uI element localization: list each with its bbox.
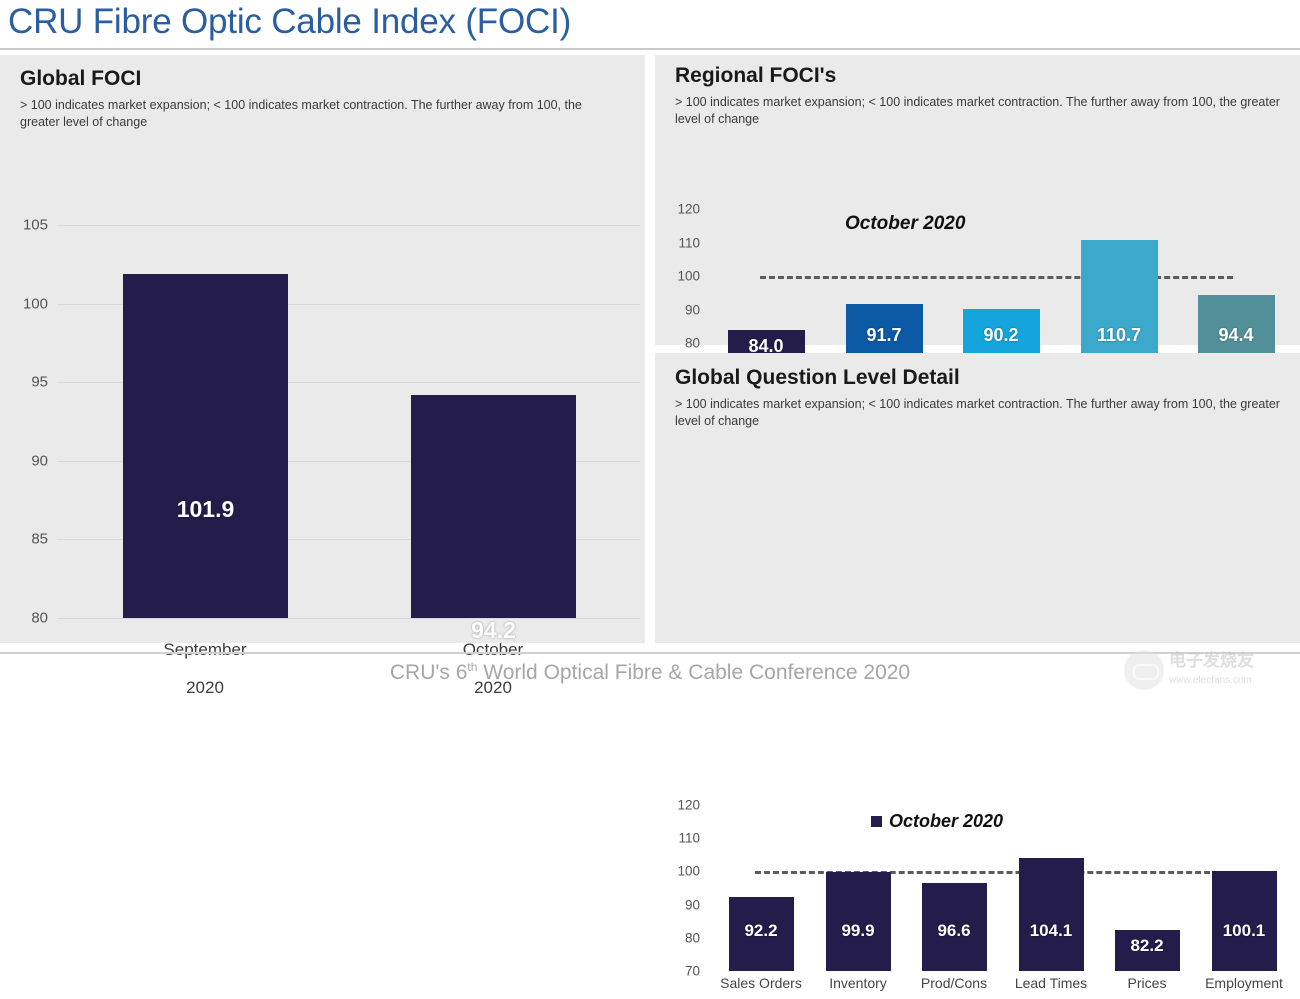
question-level-legend: October 2020 bbox=[871, 811, 1003, 832]
legend-swatch-october-2020 bbox=[871, 816, 882, 827]
footer-part-1: CRU's 6 bbox=[389, 661, 468, 684]
y-axis-tick-label: 85 bbox=[31, 530, 48, 548]
bar-sales-orders: 92.2 bbox=[728, 897, 794, 971]
bar-value-label: 101.9 bbox=[176, 495, 235, 522]
title-divider bbox=[0, 48, 1300, 50]
panel-questions-title: Global Question Level Detail bbox=[675, 366, 960, 389]
question-level-chart: October 2020 120 110 100 90 80 70 92.2 99.9 96.6… bbox=[655, 793, 1300, 979]
question-level-x-axis: Sales Orders Inventory Prod/Cons Lead Times… bbox=[655, 975, 1300, 999]
footer-ordinal: th bbox=[467, 660, 478, 674]
y-axis-tick-label: 100 bbox=[677, 863, 700, 879]
bar-value-label: 91.7 bbox=[866, 324, 902, 345]
panel-regional-note: > 100 indicates market expansion; < 100 … bbox=[675, 95, 1280, 126]
gridline bbox=[57, 225, 640, 226]
y-axis-tick-label: 100 bbox=[677, 268, 700, 284]
bar-october: 94.2 bbox=[411, 394, 576, 643]
x-axis-label: Prices bbox=[1127, 975, 1167, 991]
regional-chart-annotation: October 2020 bbox=[845, 213, 966, 234]
y-axis-tick-label: 90 bbox=[31, 452, 48, 470]
bar-inventory: 99.9 bbox=[825, 871, 891, 971]
bar-prod-cons: 96.6 bbox=[921, 882, 987, 971]
bar-value-label: 104.1 bbox=[1029, 920, 1073, 940]
bar-value-label: 82.2 bbox=[1130, 936, 1164, 956]
bar-value-label: 94.4 bbox=[1218, 324, 1254, 345]
page-title: CRU Fibre Optic Cable Index (FOCI) bbox=[8, 2, 572, 41]
x-axis-label: Sales Orders bbox=[720, 975, 802, 991]
y-axis-tick-label: 120 bbox=[677, 797, 700, 813]
y-axis-tick-label: 105 bbox=[22, 216, 48, 234]
bar-value-label: 110.7 bbox=[1096, 324, 1142, 345]
panel-global-note: > 100 indicates market expansion; < 100 … bbox=[20, 98, 582, 129]
panel-regional-foci: Regional FOCI's > 100 indicates market e… bbox=[655, 55, 1300, 393]
bar-employment: 100.1 bbox=[1211, 871, 1277, 971]
panel-global-question-level-detail: Global Question Level Detail > 100 indic… bbox=[655, 353, 1300, 991]
global-foci-chart: 105 100 95 90 85 80 101.9 94.2 bbox=[0, 210, 645, 643]
bar-september: 101.9 bbox=[123, 273, 288, 618]
panel-global-foci: Global FOCI > 100 indicates market expan… bbox=[0, 55, 645, 697]
y-axis-tick-label: 110 bbox=[678, 830, 700, 846]
bar-value-label: 92.2 bbox=[744, 920, 778, 940]
bar-prices: 82.2 bbox=[1114, 930, 1180, 971]
y-axis-tick-label: 110 bbox=[678, 235, 700, 251]
x-axis-label: October bbox=[462, 640, 524, 659]
x-axis-label: Inventory bbox=[829, 975, 887, 991]
y-axis-tick-label: 80 bbox=[684, 930, 700, 946]
y-axis-tick-label: 80 bbox=[684, 335, 700, 351]
x-axis-label: Employment bbox=[1205, 975, 1283, 991]
footer-text: CRU's 6th World Optical Fibre & Cable Co… bbox=[0, 660, 1300, 685]
footer-part-2: World Optical Fibre & Cable Conference 2… bbox=[477, 661, 911, 684]
y-axis-tick-label: 120 bbox=[677, 201, 700, 217]
y-axis-tick-label: 80 bbox=[31, 609, 48, 627]
panel-questions-note: > 100 indicates market expansion; < 100 … bbox=[675, 397, 1280, 428]
bar-value-label: 90.2 bbox=[983, 324, 1019, 345]
bar-value-label: 100.1 bbox=[1222, 920, 1266, 940]
x-axis-label: September bbox=[163, 640, 247, 659]
panel-global-title: Global FOCI bbox=[20, 67, 142, 90]
x-axis-label: Prod/Cons bbox=[920, 975, 988, 991]
panel-regional-title: Regional FOCI's bbox=[675, 64, 837, 87]
footer-divider bbox=[0, 652, 1300, 654]
x-axis-label: Lead Times bbox=[1014, 975, 1088, 991]
y-axis-tick-label: 100 bbox=[22, 295, 48, 313]
y-axis-tick-label: 90 bbox=[684, 897, 700, 913]
y-axis-tick-label: 90 bbox=[684, 302, 700, 318]
y-axis-tick-label: 95 bbox=[31, 373, 48, 391]
legend-label-october-2020: October 2020 bbox=[889, 811, 1004, 831]
reference-line-100 bbox=[760, 276, 1233, 279]
bar-value-label: 96.6 bbox=[937, 920, 971, 940]
bar-lead-times: 104.1 bbox=[1018, 857, 1084, 971]
bar-value-label: 99.9 bbox=[841, 920, 875, 940]
